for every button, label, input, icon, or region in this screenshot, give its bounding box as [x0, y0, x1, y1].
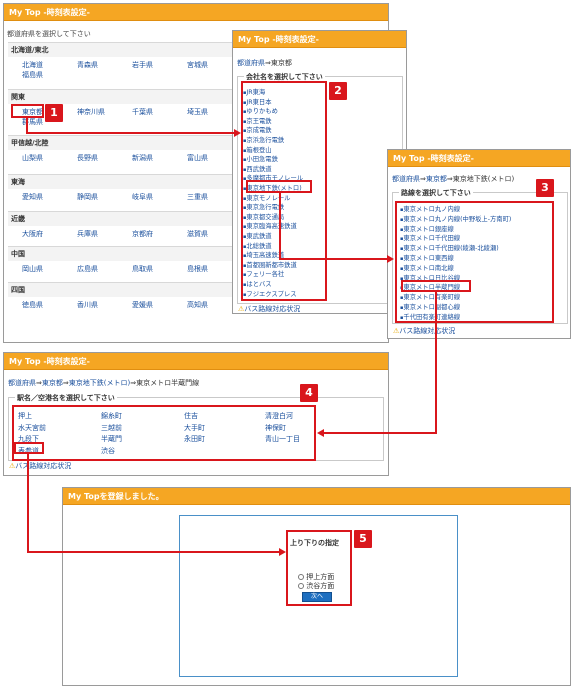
connector-2-h	[279, 258, 389, 260]
prefecture-prompt: 都道府県を選択して下さい	[7, 30, 91, 38]
prefecture-link[interactable]: 長野県	[77, 153, 98, 163]
connector-2-v	[279, 193, 281, 259]
crumb-root[interactable]: 都道府県	[392, 175, 420, 183]
line-legend: 路線を選択して下さい	[399, 188, 473, 198]
prefecture-link[interactable]: 千葉県	[132, 107, 153, 117]
step-badge-2: 2	[329, 82, 347, 100]
breadcrumb: 都道府県⇒東京都	[237, 58, 292, 68]
crumb-mid[interactable]: 東京都	[426, 175, 447, 183]
connector-3-v	[435, 292, 437, 433]
highlight-tokyo	[11, 104, 44, 118]
prefecture-link[interactable]: 岩手県	[132, 60, 153, 70]
arrow-1	[234, 129, 241, 137]
highlight-line-list	[395, 201, 554, 323]
prefecture-link[interactable]: 徳島県	[22, 300, 43, 310]
highlight-metro	[246, 180, 312, 193]
connector-3-h	[322, 432, 437, 434]
prefecture-link[interactable]: 滋賀県	[187, 229, 208, 239]
window-title: My Top -時刻表設定-	[233, 31, 406, 48]
crumb-current: 東京都	[270, 59, 292, 67]
highlight-direction	[286, 530, 352, 606]
breadcrumb: 都道府県⇒東京都⇒東京地下鉄(メトロ)	[392, 174, 514, 184]
crumb-current: 東京メトロ半蔵門線	[136, 379, 200, 387]
prefecture-link[interactable]: 静岡県	[77, 192, 98, 202]
prefecture-link[interactable]: 山梨県	[22, 153, 43, 163]
prefecture-link[interactable]: 青森県	[77, 60, 98, 70]
station-legend: 駅名／空港名を選択して下さい	[15, 393, 117, 403]
prefecture-link[interactable]: 大阪府	[22, 229, 43, 239]
crumb-root[interactable]: 都道府県	[8, 379, 36, 387]
step-badge-1: 1	[45, 104, 63, 122]
prefecture-link[interactable]: 香川県	[77, 300, 98, 310]
connector-1-h	[26, 132, 236, 134]
prefecture-link[interactable]: 岐阜県	[132, 192, 153, 202]
prefecture-link[interactable]: 福島県	[22, 70, 43, 80]
prefecture-link[interactable]: 鳥取県	[132, 264, 153, 274]
crumb-prefecture[interactable]: 東京都	[42, 379, 63, 387]
prefecture-link[interactable]: 兵庫県	[77, 229, 98, 239]
highlight-hanzomon	[401, 280, 471, 292]
prefecture-link[interactable]: 岡山県	[22, 264, 43, 274]
connector-4-h	[27, 551, 280, 553]
prefecture-link[interactable]: 京都府	[132, 229, 153, 239]
prefecture-link[interactable]: 埼玉県	[187, 107, 208, 117]
window-title: My Top -時刻表設定-	[4, 4, 388, 21]
prefecture-link[interactable]: 高知県	[187, 300, 208, 310]
bus-status-link[interactable]: ⚠バス路線対応状況	[393, 326, 455, 336]
highlight-omotesando	[14, 442, 44, 454]
prefecture-link[interactable]: 神奈川県	[77, 107, 105, 117]
bus-status-link[interactable]: ⚠バス路線対応状況	[238, 304, 300, 314]
prefecture-link[interactable]: 広島県	[77, 264, 98, 274]
prefecture-link[interactable]: 愛媛県	[132, 300, 153, 310]
crumb-current: 東京地下鉄(メトロ)	[452, 175, 515, 183]
crumb-root[interactable]: 都道府県	[237, 59, 265, 67]
arrow-3	[317, 429, 324, 437]
breadcrumb: 都道府県⇒東京都⇒東京地下鉄(メトロ)⇒東京メトロ半蔵門線	[8, 378, 199, 388]
window-title: My Top -時刻表設定-	[4, 353, 388, 370]
step-badge-4: 4	[300, 384, 318, 402]
window-title: My Top -時刻表設定-	[388, 150, 570, 167]
prefecture-link[interactable]: 愛知県	[22, 192, 43, 202]
prefecture-link[interactable]: 島根県	[187, 264, 208, 274]
prefecture-link[interactable]: 富山県	[187, 153, 208, 163]
step-badge-5: 5	[354, 530, 372, 548]
arrow-2	[387, 255, 394, 263]
bus-status-link[interactable]: ⚠バス路線対応状況	[9, 461, 71, 471]
prefecture-link[interactable]: 三重県	[187, 192, 208, 202]
connector-4-v	[27, 454, 29, 552]
step-badge-3: 3	[536, 179, 554, 197]
prefecture-link[interactable]: 新潟県	[132, 153, 153, 163]
prefecture-link[interactable]: 北海道	[22, 60, 43, 70]
prefecture-link[interactable]: 宮城県	[187, 60, 208, 70]
arrow-4	[279, 548, 286, 556]
highlight-station-list	[12, 405, 316, 461]
window-title: My Topを登録しました。	[63, 488, 570, 505]
crumb-company[interactable]: 東京地下鉄(メトロ)	[69, 379, 130, 387]
